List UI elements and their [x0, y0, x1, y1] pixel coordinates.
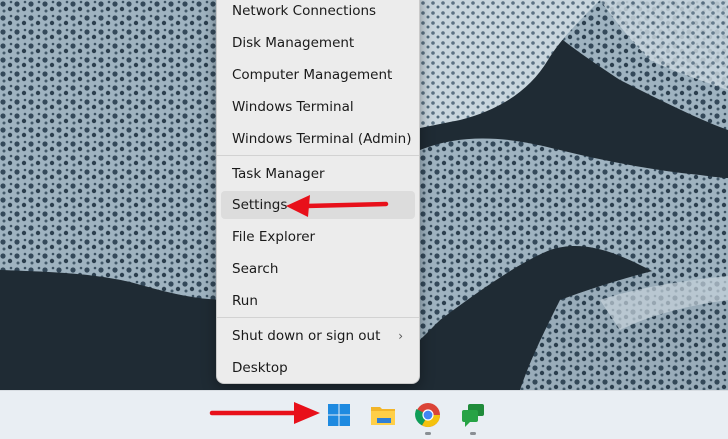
menu-item-label: Settings: [232, 197, 288, 213]
menu-item-label: Network Connections: [232, 3, 377, 19]
running-indicator: [470, 432, 476, 435]
menu-item-label: Search: [232, 261, 279, 277]
taskbar: [0, 390, 728, 439]
menu-item-label: Windows Terminal (Admin): [232, 131, 412, 147]
file-explorer-icon[interactable]: [369, 401, 397, 429]
menu-separator: [217, 317, 419, 318]
menu-item-desktop[interactable]: Desktop: [221, 354, 415, 382]
chat-icon[interactable]: [459, 401, 487, 429]
menu-item-network-connections[interactable]: Network Connections: [221, 0, 415, 25]
menu-item-label: Run: [232, 293, 258, 309]
menu-item-disk-management[interactable]: Disk Management: [221, 29, 415, 57]
menu-separator: [217, 155, 419, 156]
red-arrow-icon: [209, 402, 320, 424]
menu-item-file-explorer[interactable]: File Explorer: [221, 223, 415, 251]
menu-item-search[interactable]: Search: [221, 255, 415, 283]
menu-item-label: Desktop: [232, 360, 288, 376]
chevron-right-icon: ›: [398, 329, 403, 343]
windows-start-icon[interactable]: [325, 401, 353, 429]
menu-item-run[interactable]: Run: [221, 287, 415, 315]
red-arrow-icon: [286, 195, 389, 217]
menu-item-label: Computer Management: [232, 67, 393, 83]
menu-item-computer-management[interactable]: Computer Management: [221, 61, 415, 89]
menu-item-windows-terminal-admin[interactable]: Windows Terminal (Admin): [221, 125, 415, 153]
menu-item-label: Task Manager: [232, 166, 325, 182]
chrome-icon[interactable]: [414, 401, 442, 429]
running-indicator: [425, 432, 431, 435]
menu-item-label: Shut down or sign out: [232, 328, 381, 344]
menu-item-label: Windows Terminal: [232, 99, 354, 115]
menu-item-label: Disk Management: [232, 35, 355, 51]
menu-item-windows-terminal[interactable]: Windows Terminal: [221, 93, 415, 121]
menu-item-shut-down-or-sign-out[interactable]: Shut down or sign out ›: [221, 322, 415, 350]
menu-item-label: File Explorer: [232, 229, 316, 245]
menu-item-task-manager[interactable]: Task Manager: [221, 160, 415, 188]
